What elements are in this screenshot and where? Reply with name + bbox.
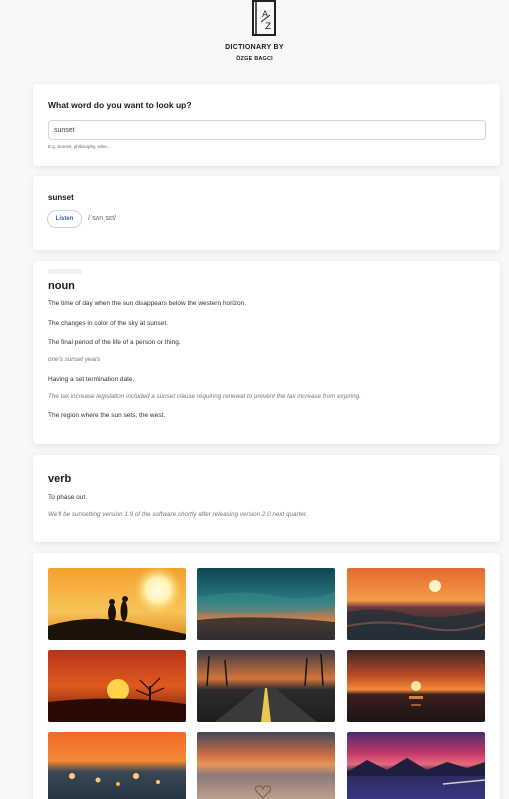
gallery-card [33, 553, 500, 799]
book-az-icon: A Z [252, 0, 276, 36]
listen-button[interactable]: Listen [47, 210, 82, 228]
example: The tax increase legislation included a … [48, 393, 361, 400]
purple-lake-sunset-photo[interactable] [347, 732, 485, 799]
faded-divider [48, 269, 82, 274]
word-title: sunset [48, 193, 74, 202]
search-question: What word do you want to look up? [48, 100, 192, 110]
verb-card: verb To phase out. We'll be sunsetting v… [33, 455, 500, 542]
phonetic: /ˈsʌnˌsɛt/ [88, 215, 117, 222]
definition: Having a set termination date. [48, 376, 135, 383]
example: one's sunset years [48, 356, 101, 363]
palm-road-sunset-photo[interactable] [197, 650, 335, 722]
definition: The time of day when the sun disappears … [48, 300, 247, 307]
beach-heart-sunset-photo[interactable] [197, 732, 335, 799]
definition: The final period of the life of a person… [48, 339, 181, 346]
sparkling-sea-sunset-photo[interactable] [48, 732, 186, 799]
definition: The changes in color of the sky at sunse… [48, 320, 168, 327]
example: We'll be sunsetting version 1.9 of the s… [48, 511, 308, 518]
tree-sunset-photo[interactable] [48, 650, 186, 722]
brand-author: ÖZGE BAGCI [236, 56, 273, 62]
ocean-waves-sunset-photo[interactable] [347, 568, 485, 640]
teal-sky-sunset-photo[interactable] [197, 568, 335, 640]
header: A Z DICTIONARY BY ÖZGE BAGCI [0, 0, 509, 80]
part-of-speech-noun: noun [48, 280, 75, 292]
definition: To phase out. [48, 494, 88, 501]
sea-horizon-sunset-photo[interactable] [347, 650, 485, 722]
search-hint: E.g. Sunset, philosophy, wine... [48, 144, 111, 149]
svg-text:Z: Z [265, 22, 271, 32]
search-card: What word do you want to look up? E.g. S… [33, 84, 500, 166]
search-input[interactable] [48, 120, 486, 140]
noun-card: noun The time of day when the sun disapp… [33, 261, 500, 444]
word-card: sunset Listen /ˈsʌnˌsɛt/ [33, 176, 500, 250]
sunset-couple-photo[interactable] [48, 568, 186, 640]
definition: The region where the sun sets; the west. [48, 412, 166, 419]
brand-name: DICTIONARY BY [225, 44, 284, 51]
part-of-speech-verb: verb [48, 473, 72, 485]
